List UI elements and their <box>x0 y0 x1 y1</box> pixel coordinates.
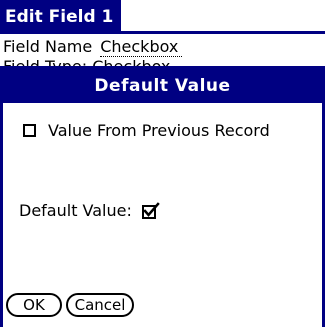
previous-record-checkbox[interactable] <box>23 124 36 137</box>
cancel-button[interactable]: Cancel <box>66 293 134 317</box>
title-underline <box>0 31 325 34</box>
field-name-input[interactable]: Checkbox <box>100 37 183 57</box>
app-title[interactable]: Edit Field 1 <box>0 0 122 34</box>
previous-record-label[interactable]: Value From Previous Record <box>48 121 270 140</box>
dialog-title: Default Value <box>3 69 322 103</box>
default-value-dialog: Default Value Value From Previous Record… <box>0 66 325 327</box>
default-value-row: Default Value: <box>19 201 160 220</box>
checkmark-icon <box>141 201 160 219</box>
default-value-checkbox[interactable] <box>141 201 160 220</box>
field-name-label: Field Name <box>3 37 93 56</box>
previous-record-option[interactable]: Value From Previous Record <box>23 121 270 140</box>
ok-button[interactable]: OK <box>6 293 62 317</box>
default-value-label: Default Value: <box>19 201 132 220</box>
dialog-buttons: OK Cancel <box>6 293 134 317</box>
field-name-row: Field Name Checkbox <box>3 37 183 57</box>
app-title-bar: Edit Field 1 <box>0 0 122 34</box>
